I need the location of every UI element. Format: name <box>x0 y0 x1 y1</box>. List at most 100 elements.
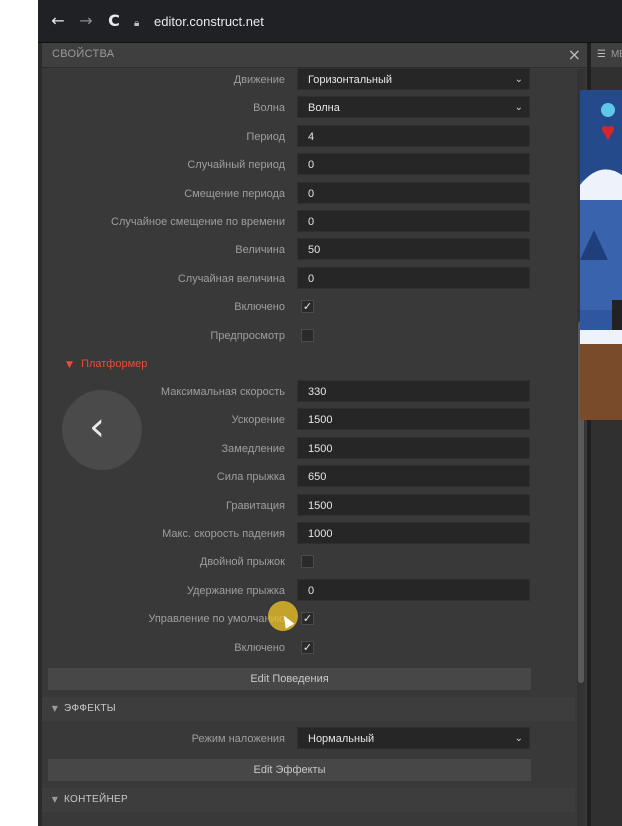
property-input[interactable]: 330 <box>297 380 530 402</box>
property-row: Удержание прыжка 0 <box>42 577 575 605</box>
checkbox-checked[interactable]: ✓ <box>301 300 314 314</box>
property-row: Включено ✓ <box>42 634 575 662</box>
property-label: Величина <box>235 244 285 257</box>
back-arrow-icon[interactable]: ← <box>48 11 68 31</box>
section-effects-label: ЭФФЕКТЫ <box>64 703 116 714</box>
property-input[interactable]: 1500 <box>297 408 530 431</box>
section-platform[interactable]: ▼ Платформер <box>66 353 366 375</box>
property-input[interactable]: 0 <box>297 210 530 232</box>
property-input[interactable]: 0 <box>297 181 530 204</box>
property-value: 650 <box>308 471 327 484</box>
section-platform-label: Платформер <box>81 358 148 370</box>
chevron-down-icon: ⌄ <box>514 102 523 114</box>
property-value: 1500 <box>308 442 333 455</box>
property-row: Режим наложения Нормальный ⌄ <box>42 725 575 753</box>
property-row: Случайный период 0 <box>42 151 575 179</box>
property-row: Движение Горизонтальный ⌄ <box>42 66 575 94</box>
section-container[interactable]: ▼ КОНТЕЙНЕР <box>42 788 575 812</box>
blend-mode-select[interactable]: Нормальный ⌄ <box>297 727 530 749</box>
property-label: Гравитация <box>226 499 285 512</box>
triangle-down-icon: ▼ <box>51 704 59 713</box>
property-value: 0 <box>308 187 315 200</box>
lock-icon: 🔒︎ <box>134 18 140 29</box>
property-label: Удержание прыжка <box>186 584 285 597</box>
checkmark-icon: ✓ <box>302 300 313 314</box>
menu-label: МЕНЮ <box>610 49 622 60</box>
property-input[interactable]: 1000 <box>297 522 530 544</box>
property-label: Движение <box>233 74 285 86</box>
property-value: 0 <box>308 216 315 228</box>
property-label: Управление по умолчанию <box>148 613 285 626</box>
edit-effects-button[interactable]: Edit Эффекты <box>48 759 531 781</box>
panel-title: СВОЙСТВА <box>52 48 115 60</box>
property-label: Период <box>246 130 285 143</box>
property-label: Замедление <box>221 442 286 455</box>
properties-panel: СВОЙСТВА × Движение Горизонтальный ⌄ Волна В… <box>42 43 587 826</box>
property-input[interactable]: 0 <box>297 266 530 289</box>
property-label: Двойной прыжок <box>199 556 285 569</box>
checkmark-icon: ✓ <box>302 612 313 626</box>
property-value: 50 <box>308 244 321 257</box>
property-select[interactable]: Волна ⌄ <box>297 96 530 119</box>
property-label: Предпросмотр <box>210 329 285 342</box>
property-row: Случайная величина 0 <box>42 265 575 293</box>
property-value: Волна <box>308 102 340 115</box>
property-row: Период 4 <box>42 123 575 151</box>
property-label: Волна <box>253 102 285 115</box>
property-label: Смещение периода <box>184 187 285 200</box>
property-row: Включено ✓ <box>42 293 575 321</box>
property-label: Ускорение <box>231 414 285 427</box>
property-input[interactable]: 50 <box>297 238 530 261</box>
hamburger-icon: ☰ <box>597 49 606 60</box>
properties-panel-header: СВОЙСТВА × <box>42 43 587 68</box>
back-overlay-button[interactable]: ‹ <box>62 390 142 470</box>
edit-behaviors-button[interactable]: Edit Поведения <box>48 668 531 690</box>
property-row: Волна Волна ⌄ <box>42 94 575 122</box>
property-input[interactable]: 0 <box>297 578 530 601</box>
property-row: Макс. скорость падения 1000 <box>42 520 575 548</box>
property-row: Гравитация 1500 <box>42 492 575 520</box>
property-value: 0 <box>308 159 315 172</box>
reload-icon[interactable]: C <box>104 11 124 31</box>
checkbox-unchecked[interactable] <box>301 328 314 342</box>
property-value: 1000 <box>308 528 333 540</box>
game-scene <box>580 90 622 420</box>
property-row: Величина 50 <box>42 236 575 264</box>
checkbox-unchecked[interactable] <box>301 555 314 569</box>
property-row: Случайное смещение по времени 0 <box>42 208 575 236</box>
property-input[interactable]: 650 <box>297 465 530 488</box>
property-row: Сила прыжка 650 <box>42 463 575 491</box>
checkbox-checked[interactable]: ✓ <box>301 612 314 626</box>
game-canvas-preview <box>580 90 622 420</box>
property-input[interactable]: 1500 <box>297 436 530 459</box>
property-label: Случайное смещение по времени <box>111 216 285 228</box>
property-label: Макс. скорость падения <box>162 528 285 540</box>
address-bar[interactable]: 🔒︎ editor.construct.net <box>134 11 614 33</box>
property-value: 1500 <box>308 499 333 512</box>
triangle-down-icon: ▼ <box>66 360 73 370</box>
property-label: Случайная величина <box>177 272 285 285</box>
property-label: Включено <box>234 301 285 314</box>
chevron-down-icon: ⌄ <box>514 733 523 744</box>
close-icon[interactable]: × <box>568 45 581 64</box>
menu-tab[interactable]: ☰ МЕНЮ <box>591 43 622 67</box>
property-input[interactable]: 1500 <box>297 493 530 516</box>
section-effects[interactable]: ▼ ЭФФЕКТЫ <box>42 697 575 721</box>
property-input[interactable]: 0 <box>297 153 530 176</box>
property-row: Двойной прыжок <box>42 548 575 576</box>
property-value: 330 <box>308 386 327 398</box>
property-value: Горизонтальный <box>308 74 393 86</box>
property-row: Предпросмотр <box>42 322 575 350</box>
url-text: editor.construct.net <box>154 14 264 29</box>
property-input[interactable]: 4 <box>297 124 530 147</box>
property-value: 0 <box>308 272 315 285</box>
property-label: Максимальная скорость <box>160 386 285 398</box>
property-row: Смещение периода 0 <box>42 180 575 208</box>
property-value: 1500 <box>308 414 333 427</box>
property-value: 4 <box>308 130 315 143</box>
property-select[interactable]: Горизонтальный ⌄ <box>297 68 530 90</box>
forward-arrow-icon[interactable]: → <box>76 11 96 31</box>
property-value: 0 <box>308 584 315 597</box>
checkbox-checked[interactable]: ✓ <box>301 640 314 654</box>
property-row: Управление по умолчанию ✓ <box>42 605 575 633</box>
